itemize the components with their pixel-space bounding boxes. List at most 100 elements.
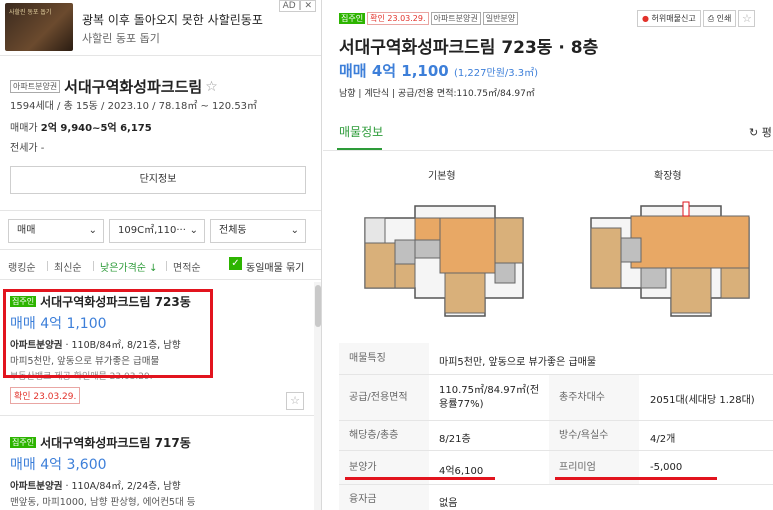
row-value: 2051대(세대당 1.28대) (650, 395, 755, 406)
table-row: 매물특징 마피5천만, 앞동으로 뷰가좋은 급매물 (339, 343, 773, 375)
divider (93, 261, 94, 271)
complex-type-tag: 아파트분양권 (10, 80, 61, 93)
scrollbar-thumb[interactable] (315, 285, 321, 327)
annotation-underline (345, 477, 495, 480)
dong-dropdown[interactable]: 전체동 ⌄ (210, 219, 306, 243)
sale-range-value: 2억 9,940~5억 6,175 (40, 123, 152, 134)
property-type-tag: 아파트분양권 (430, 11, 481, 25)
annotation-underline (555, 477, 717, 480)
listing-features: 맨앞동, 마피1000, 남향 판상형, 에어컨5대 등 (10, 497, 196, 508)
confirm-badge: 확인 23.03.29. (367, 11, 429, 25)
favorite-star-icon[interactable]: ☆ (286, 392, 304, 410)
sort-latest[interactable]: 최신순 (54, 259, 82, 274)
favorite-star-icon[interactable]: ☆ (205, 79, 218, 95)
listing-price: 매매 4억 1,100 (10, 316, 107, 332)
listing-source-note: 부동산뱅크 제공 확인매물 23.03.29. (10, 372, 153, 381)
listing-desc: 아파트분양권 · 110A/84㎡, 2/24층, 남향 (10, 478, 195, 492)
detail-panel: 집주인 확인 23.03.29. 아파트분양권 일반분양 ● 허위매물신고 ⎙ 인쇄 ☆ … (323, 0, 773, 510)
list-scrollbar[interactable] (314, 282, 321, 510)
tab-other[interactable]: ↻ 평 (749, 124, 772, 140)
sale-range-label: 매매가 (10, 123, 38, 134)
table-row: 분양가 4억6,100 프리미엄 -5,000 (339, 451, 773, 485)
listing-title[interactable]: 서대구역화성파크드림 723동 (40, 295, 191, 309)
listing-type: 아파트분양권 (10, 340, 63, 351)
report-button[interactable]: ● 허위매물신고 (637, 10, 701, 27)
detail-tabs: 매물정보 ↻ 평 (323, 113, 773, 151)
detail-actions: ● 허위매물신고 ⎙ 인쇄 ☆ (637, 10, 756, 27)
listing-desc: 아파트분양권 · 110B/84㎡, 8/21층, 남향 (10, 337, 200, 351)
owner-tag: 집주인 (10, 296, 37, 307)
chevron-down-icon: ⌄ (189, 225, 198, 236)
row-value: 4억6,100 (439, 466, 484, 477)
complex-sale-range: 매매가 2억 9,940~5억 6,175 (10, 119, 152, 134)
row-value: 110.75㎡/84.97㎡(전용률77%) (439, 385, 540, 410)
ad-thumbnail-text: 사할린 동포 돕기 (9, 9, 52, 16)
row-label: 융자금 (339, 485, 429, 510)
ad-title[interactable]: 광복 이후 돌아오지 못한 사할린동포 (82, 11, 263, 28)
ad-banner[interactable]: 사할린 동포 돕기 광복 이후 돌아오지 못한 사할린동포 사할린 동포 돕기 … (0, 0, 321, 56)
area-dropdown[interactable]: 109C㎡,110··· ⌄ (109, 219, 205, 243)
complex-info-button[interactable]: 단지정보 (10, 166, 306, 194)
ad-close-badge[interactable]: AD | ✕ (278, 0, 316, 12)
listing-type: 아파트분양권 (10, 481, 63, 492)
active-tab-indicator (337, 148, 382, 150)
complex-stats: 1594세대 / 총 15동 / 2023.10 / 78.18㎡ ~ 120.… (10, 101, 258, 112)
listing-title[interactable]: 서대구역화성파크드림 717동 (40, 436, 191, 450)
row-label: 해당층/총층 (339, 421, 429, 450)
sort-bar: 랭킹순 최신순 낮은가격순 ↓ 면적순 ✓ 동일매물 묶기 (0, 252, 321, 280)
print-button[interactable]: ⎙ 인쇄 (702, 10, 737, 27)
listing-panel: 사할린 동포 돕기 광복 이후 돌아오지 못한 사할린동포 사할린 동포 돕기 … (0, 0, 322, 510)
floor-plan-extended-image[interactable] (571, 188, 761, 328)
area-value: 109C㎡,110··· (118, 225, 186, 236)
trade-type-dropdown[interactable]: 매매 ⌄ (8, 219, 104, 243)
listing-spec: · 110B/84㎡, 8/21층, 남향 (62, 340, 181, 351)
same-listing-label[interactable]: 동일매물 묶기 (246, 259, 304, 274)
sort-low-price[interactable]: 낮은가격순 ↓ (100, 259, 158, 274)
divider (47, 261, 48, 271)
same-listing-checkbox[interactable]: ✓ (229, 257, 242, 270)
dong-value: 전체동 (219, 225, 247, 236)
complex-name: 서대구역화성파크드림 (64, 78, 203, 96)
owner-tag: 집주인 (10, 437, 37, 448)
print-button-label: 인쇄 (716, 14, 732, 23)
listing-features: 마피5천만, 앞동으로 뷰가좋은 급매물 (10, 356, 160, 367)
report-button-label: 허위매물신고 (651, 14, 696, 23)
row-value: 마피5천만, 앞동으로 뷰가좋은 급매물 (439, 357, 597, 368)
sort-ranking[interactable]: 랭킹순 (8, 259, 36, 274)
filter-bar: 매매 ⌄ 109C㎡,110··· ⌄ 전체동 ⌄ (0, 210, 321, 250)
row-label: 방수/욕실수 (549, 421, 639, 450)
favorite-star-icon[interactable]: ☆ (738, 10, 756, 27)
plan-basic-label: 기본형 (428, 171, 456, 182)
row-value: -5,000 (650, 462, 683, 473)
detail-title: 서대구역화성파크드림 723동 · 8층 (339, 38, 599, 58)
table-row: 해당층/총층 8/21층 방수/욕실수 4/2개 (339, 421, 773, 451)
detail-price-value: 매매 4억 1,100 (339, 62, 449, 80)
print-icon: ⎙ (707, 14, 715, 23)
confirm-badge: 확인 23.03.29. (10, 387, 81, 404)
row-label: 공급/전용면적 (339, 375, 429, 420)
detail-price: 매매 4억 1,100 (1,227만원/3.3㎡) (339, 60, 538, 81)
floor-plan-basic-image[interactable] (345, 188, 535, 328)
row-value: 없음 (439, 498, 458, 509)
ad-subtitle: 사할린 동포 돕기 (82, 32, 160, 45)
trade-type-value: 매매 (17, 225, 36, 236)
detail-spec: 남향 | 계단식 | 공급/전용 면적:110.75㎡/84.97㎡ (339, 89, 535, 99)
chevron-down-icon: ⌄ (290, 225, 299, 236)
listing-item[interactable]: 집주인 서대구역화성파크드림 717동 매매 4억 3,600 아파트분양권 · … (0, 418, 314, 510)
detail-price-per-unit: (1,227만원/3.3㎡) (453, 68, 539, 79)
table-row: 공급/전용면적 110.75㎡/84.97㎡(전용률77%) 총주차대수 205… (339, 375, 773, 421)
plan-extended-label: 확장형 (654, 171, 682, 182)
chevron-down-icon: ⌄ (88, 225, 97, 236)
siren-icon: ● (642, 14, 649, 23)
tab-listing-info[interactable]: 매물정보 (339, 123, 383, 140)
listing-item[interactable]: 집주인 서대구역화성파크드림 723동 매매 4억 1,100 아파트분양권 · … (0, 282, 314, 416)
row-value: 8/21층 (439, 434, 471, 445)
row-label: 총주차대수 (549, 375, 639, 420)
sort-area[interactable]: 면적순 (173, 259, 201, 274)
ad-thumbnail[interactable]: 사할린 동포 돕기 (5, 3, 73, 51)
owner-tag: 집주인 (339, 12, 366, 24)
table-row: 융자금 없음 (339, 485, 773, 510)
sale-type-tag: 일반분양 (482, 11, 519, 25)
listing-spec: · 110A/84㎡, 2/24층, 남향 (62, 481, 181, 492)
detail-tags: 집주인 확인 23.03.29. 아파트분양권 일반분양 (339, 11, 520, 25)
